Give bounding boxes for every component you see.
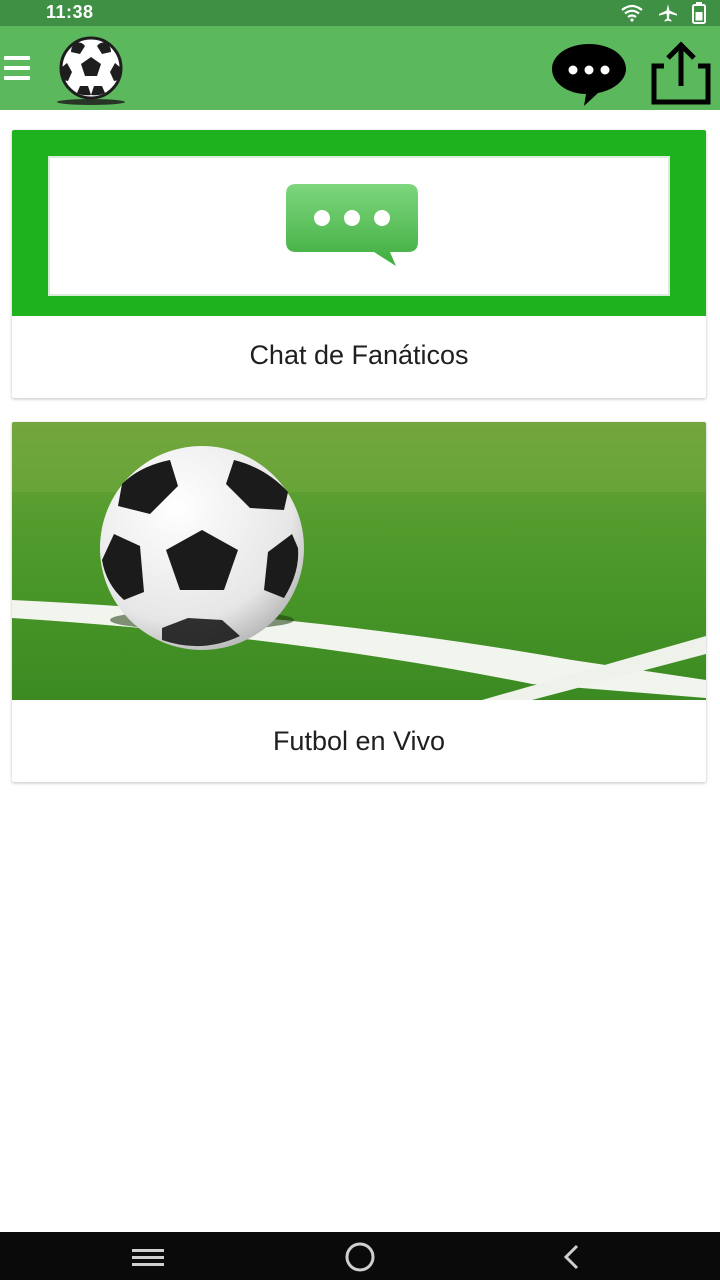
chat-banner-frame [48, 156, 670, 296]
system-nav-bar [0, 1232, 720, 1280]
status-icons [620, 2, 706, 24]
soccer-ball-on-grass-photo [12, 422, 706, 700]
airplane-icon [659, 4, 677, 22]
chat-fans-card[interactable]: Chat de Fanáticos [12, 130, 706, 398]
card-title: Futbol en Vivo [272, 726, 446, 756]
app-bar [0, 26, 720, 110]
status-time: 11:38 [46, 2, 94, 22]
live-football-card[interactable]: Futbol en Vivo [12, 422, 706, 782]
recent-apps-icon[interactable] [128, 1240, 168, 1274]
battery-icon [692, 2, 706, 24]
hamburger-menu-icon[interactable] [4, 56, 34, 84]
chat-bubble-illustration [286, 184, 418, 266]
card-title: Chat de Fanáticos [249, 340, 469, 370]
home-icon[interactable] [340, 1240, 380, 1274]
status-bar: 11:38 [0, 0, 720, 26]
share-icon[interactable] [646, 40, 716, 106]
chat-bubble-icon[interactable] [548, 40, 630, 110]
soccer-ball-logo [57, 36, 125, 105]
wifi-icon [621, 4, 643, 22]
back-icon[interactable] [552, 1240, 592, 1274]
chat-banner [12, 130, 706, 316]
